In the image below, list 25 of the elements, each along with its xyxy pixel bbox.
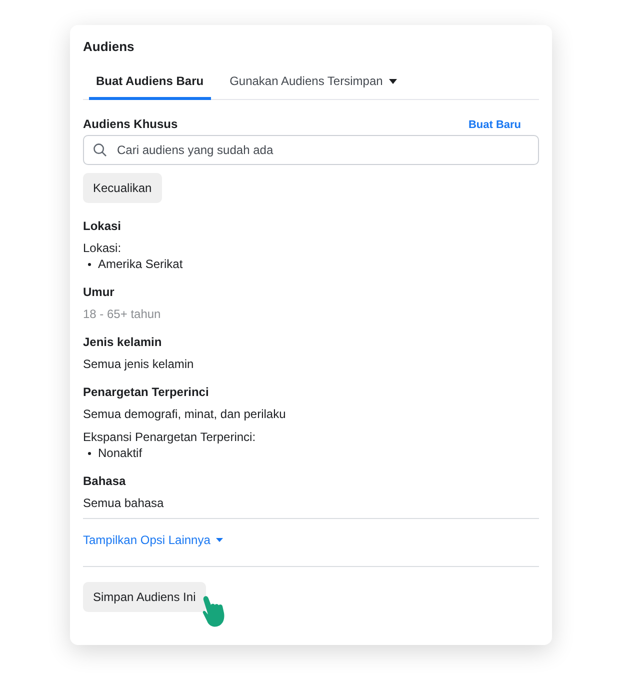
section-title: Audiens Khusus [83,117,178,131]
list-item: Amerika Serikat [98,256,183,272]
create-new-link[interactable]: Buat Baru [468,119,521,131]
panel-title: Audiens [83,39,136,54]
section-value: Semua bahasa [83,495,165,511]
tab[interactable]: Gunakan Audiens Tersimpan [222,74,404,100]
section-title: Lokasi [83,219,122,233]
section-value: Semua jenis kelamin [83,356,195,372]
section-title: Jenis kelamin [83,335,163,349]
exclude-button[interactable]: Kecualikan [83,173,162,203]
section-value: Ekspansi Penargetan Terperinci: [83,429,257,445]
save-audience-button[interactable]: Simpan Audiens Ini [83,582,206,612]
bullet-icon [88,452,91,454]
more-options-link[interactable]: Tampilkan Opsi Lainnya [83,533,224,547]
caret-icon [216,538,224,542]
section-value: Semua demografi, minat, dan perilaku [83,406,287,422]
bullet-icon [88,262,91,266]
section-title: Umur [83,285,116,299]
tab[interactable]: Buat Audiens Baru [89,74,211,100]
section-title: Penargetan Terperinci [83,385,210,399]
section-value: 18 - 65+ tahun [83,306,162,322]
section-value: Lokasi: [83,240,122,256]
list-item: Nonaktif [98,445,142,461]
search-field[interactable]: Cari audiens yang sudah ada [83,135,539,165]
section-title: Bahasa [83,474,127,488]
